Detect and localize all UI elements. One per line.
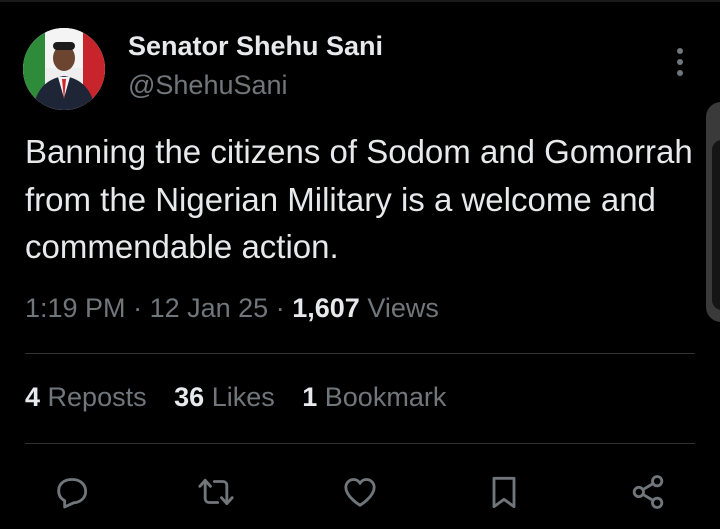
likes-label: Likes	[211, 382, 275, 412]
divider	[25, 443, 695, 444]
bookmark-button[interactable]	[482, 470, 526, 514]
bookmark-icon	[492, 476, 516, 509]
views-label: Views	[367, 293, 439, 323]
tweet-date[interactable]: 12 Jan 25	[150, 293, 269, 323]
top-divider	[0, 0, 720, 2]
profile-photo-icon	[23, 28, 105, 110]
author-display-name[interactable]: Senator Shehu Sani	[128, 31, 383, 62]
like-button[interactable]	[338, 470, 382, 514]
repost-button[interactable]	[194, 470, 238, 514]
tweet-meta: 1:19 PM · 12 Jan 25 · 1,607 Views	[25, 293, 439, 324]
bookmarks-stat[interactable]: 1 Bookmark	[302, 382, 446, 412]
meta-separator: ·	[275, 293, 285, 323]
scrollbar-track	[712, 140, 720, 310]
tweet-time[interactable]: 1:19 PM	[25, 293, 126, 323]
tweet-text: Banning the citizens of Sodom and Gomorr…	[25, 133, 693, 265]
like-icon	[344, 478, 376, 507]
more-options-button[interactable]	[664, 44, 696, 80]
more-dot-icon	[677, 48, 683, 54]
bookmarks-count: 1	[302, 382, 318, 412]
reposts-label: Reposts	[47, 382, 147, 412]
views-count: 1,607	[292, 293, 360, 323]
divider	[25, 353, 695, 354]
more-dot-icon	[677, 70, 683, 76]
share-icon	[632, 475, 664, 509]
reply-icon	[57, 478, 88, 509]
likes-stat[interactable]: 36 Likes	[174, 382, 275, 412]
bookmarks-label: Bookmark	[324, 382, 447, 412]
more-dot-icon	[677, 59, 683, 65]
reposts-count: 4	[25, 382, 41, 412]
likes-count: 36	[174, 382, 205, 412]
engagement-stats: 4 Reposts 36 Likes 1 Bookmark	[25, 382, 466, 413]
repost-icon	[198, 478, 234, 506]
avatar[interactable]	[23, 28, 105, 110]
share-button[interactable]	[626, 470, 670, 514]
meta-separator: ·	[133, 293, 143, 323]
author-handle[interactable]: @ShehuSani	[128, 70, 288, 101]
reposts-stat[interactable]: 4 Reposts	[25, 382, 147, 412]
reply-button[interactable]	[50, 470, 94, 514]
